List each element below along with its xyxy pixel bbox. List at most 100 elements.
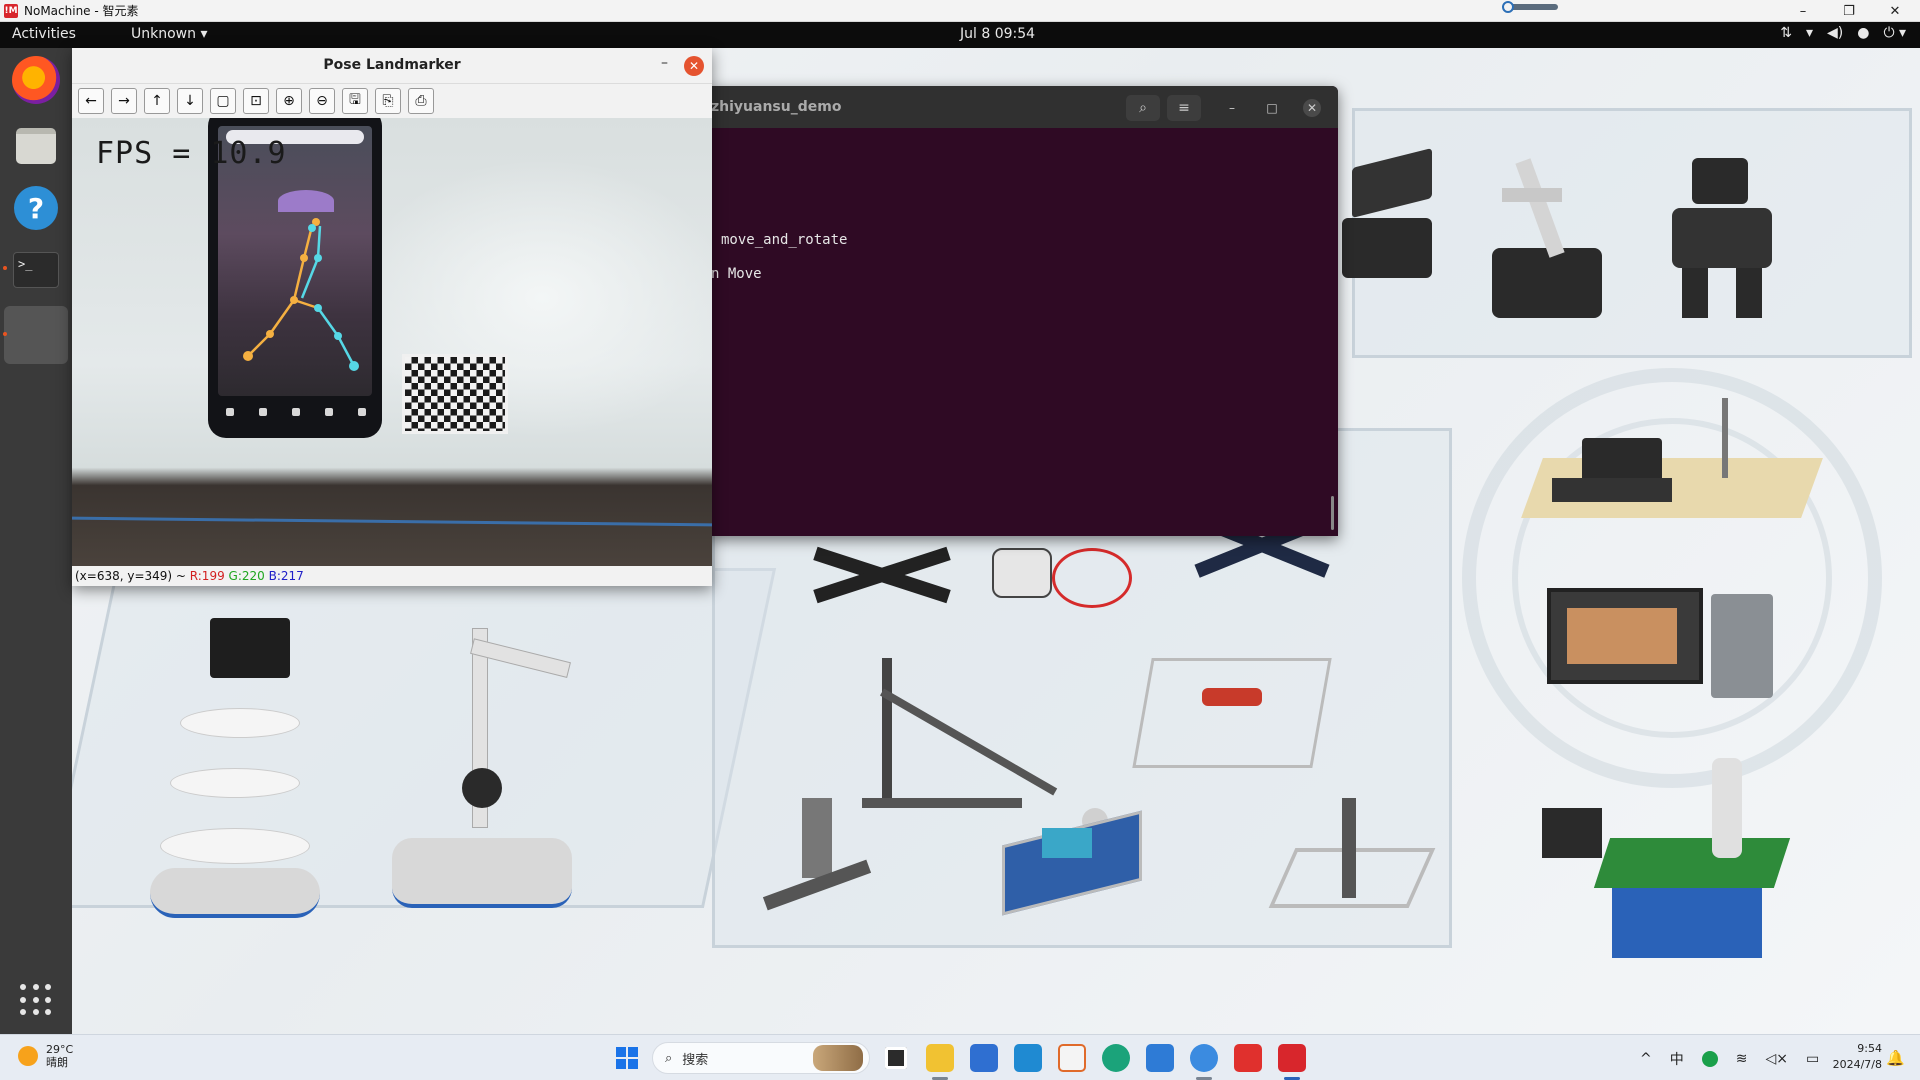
store-icon[interactable] (970, 1044, 998, 1072)
terminal-maximize-button[interactable]: □ (1263, 99, 1281, 117)
nomachine-menu-slider[interactable] (1502, 1, 1558, 13)
terminal-close-button[interactable]: ✕ (1303, 99, 1321, 117)
clock[interactable]: Jul 8 09:54 (960, 26, 1035, 42)
drones-image (812, 512, 1372, 668)
battery-icon[interactable]: ▭ (1806, 1051, 1819, 1067)
menu-button[interactable]: ≡ (1167, 95, 1201, 121)
host-close-button[interactable]: ✕ (1872, 0, 1918, 22)
cnc-frame-image (1268, 788, 1436, 938)
zoom-original-button[interactable]: ⊡ (243, 88, 269, 114)
wifi-tray-icon[interactable]: ≋ (1736, 1051, 1748, 1067)
document-app-icon[interactable] (1058, 1044, 1086, 1072)
skeleton-lines (247, 225, 356, 367)
camera-view[interactable]: FPS = 10.9 (72, 118, 712, 566)
task-view-icon[interactable] (882, 1044, 910, 1072)
active-window-item[interactable] (4, 306, 68, 364)
zoom-fit-button[interactable]: ▢ (210, 88, 236, 114)
show-hidden-icons-button[interactable]: ^ (1640, 1051, 1652, 1067)
skeleton-bone (316, 225, 322, 259)
help-icon[interactable]: ? (10, 182, 62, 234)
skeleton-bone (316, 307, 340, 337)
taskbar-search-box[interactable]: ⌕ 搜索 (652, 1042, 870, 1074)
network-wired-icon[interactable]: ⇅ (1780, 25, 1792, 41)
file-explorer-icon[interactable] (926, 1044, 954, 1072)
pose-status-bar: (x=638, y=349) ~ R:199 G:220 B:217 (72, 566, 712, 586)
controller-board-image (1002, 798, 1152, 918)
zoom-in-button[interactable]: ⊕ (276, 88, 302, 114)
notification-bell-icon[interactable]: 🔔 (1886, 1049, 1905, 1067)
wps-icon[interactable] (1234, 1044, 1262, 1072)
pose-window-header[interactable]: Pose Landmarker – ✕ (72, 48, 712, 84)
slider-knob[interactable] (1502, 1, 1514, 13)
edge-icon[interactable] (1102, 1044, 1130, 1072)
save-image-button[interactable]: 🖫 (342, 88, 368, 114)
ubuntu-top-bar: Activities Unknown ▾ Jul 8 09:54 ⇅ ▾ ◀) … (0, 22, 1920, 48)
joint-point (308, 224, 316, 232)
power-icon[interactable]: ⏻ ▾ (1883, 25, 1906, 41)
service-robot-image (150, 618, 350, 928)
windows-tray: ^ 中 ≋ ◁× ▭ (1640, 1049, 1819, 1069)
help-glyph: ? (14, 186, 58, 230)
pan-down-button[interactable]: ↓ (177, 88, 203, 114)
search-button[interactable]: ⌕ (1126, 95, 1160, 121)
vscode-icon[interactable] (1014, 1044, 1042, 1072)
pose-landmarker-window[interactable]: Pose Landmarker – ✕ ← → ↑ ↓ ▢ ⊡ ⊕ ⊖ 🖫 ⎘ … (72, 48, 712, 586)
pose-close-button[interactable]: ✕ (684, 56, 704, 76)
copy-image-button[interactable]: ⎘ (375, 88, 401, 114)
system-tray[interactable]: ⇅ ▾ ◀) ● ⏻ ▾ (1780, 25, 1906, 41)
gimbal-robot-image (762, 788, 882, 928)
green-desk-station-image (1542, 738, 1812, 978)
volume-muted-icon[interactable]: ◁× (1765, 1051, 1788, 1067)
pan-right-button[interactable]: → (111, 88, 137, 114)
terminal-scrollbar[interactable] (1331, 496, 1334, 530)
host-maximize-button[interactable]: ❐ (1826, 0, 1872, 22)
fps-readout: FPS = 10.9 (96, 136, 287, 171)
taskbar-date: 2024/7/8 (1832, 1058, 1882, 1071)
pose-minimize-button[interactable]: – (661, 55, 668, 71)
joint-point (300, 254, 308, 262)
skeleton-joints (243, 218, 359, 371)
nomachine-taskbar-icon[interactable] (1278, 1044, 1306, 1072)
microphone-icon[interactable]: ● (1857, 25, 1869, 41)
start-button[interactable] (616, 1047, 638, 1069)
pixel-green-value: G:220 (228, 569, 265, 583)
firefox-icon[interactable] (12, 56, 60, 104)
skeleton-bone (336, 335, 356, 367)
terminal-glyph: >_ (13, 252, 59, 288)
host-minimize-button[interactable]: – (1780, 0, 1826, 22)
terminal-icon[interactable]: >_ (10, 244, 62, 296)
pan-up-button[interactable]: ↑ (144, 88, 170, 114)
feishu-icon[interactable] (1190, 1044, 1218, 1072)
weather-text: 29°C 晴朗 (46, 1043, 73, 1069)
activities-button[interactable]: Activities (12, 26, 76, 42)
pose-toolbar: ← → ↑ ↓ ▢ ⊡ ⊕ ⊖ 🖫 ⎘ ⎙ (72, 84, 712, 118)
taskbar-clock[interactable]: 9:54 2024/7/8 (1826, 1041, 1882, 1073)
mobile-manipulator-image (392, 618, 592, 928)
pan-left-button[interactable]: ← (78, 88, 104, 114)
sun-icon (18, 1046, 38, 1066)
zoom-out-button[interactable]: ⊖ (309, 88, 335, 114)
taskbar-time: 9:54 (1857, 1042, 1882, 1055)
terminal-header[interactable]: zhiyuansu_demo ⌕ ≡ – □ ✕ (707, 86, 1338, 128)
terminal-line: n Move (711, 266, 762, 282)
pixel-blue-value: B:217 (268, 569, 304, 583)
robot-arm-image (1462, 138, 1622, 338)
terminal-window[interactable]: zhiyuansu_demo ⌕ ≡ – □ ✕ move_and_rotate… (707, 86, 1338, 536)
show-applications-icon[interactable] (20, 984, 52, 1016)
app-menu-button[interactable]: Unknown ▾ (131, 26, 207, 42)
cursor-coords: (x=638, y=349) ~ (75, 569, 190, 583)
weather-temp: 29°C (46, 1043, 74, 1056)
volume-icon[interactable]: ◀) (1827, 25, 1843, 41)
input-method-indicator[interactable]: 中 (1670, 1049, 1684, 1069)
wallpaper-panel (1352, 108, 1912, 358)
remote-app-icon[interactable] (1146, 1044, 1174, 1072)
weather-widget[interactable]: 29°C 晴朗 (18, 1043, 73, 1069)
files-icon[interactable] (10, 120, 62, 172)
ubuntu-dock: ? >_ (0, 48, 72, 1034)
humanoid-robot-image (1652, 148, 1802, 328)
properties-button[interactable]: ⎙ (408, 88, 434, 114)
green-app-tray-icon[interactable] (1701, 1051, 1718, 1067)
joint-point (314, 304, 322, 312)
wifi-icon[interactable]: ▾ (1806, 25, 1813, 41)
terminal-minimize-button[interactable]: – (1223, 99, 1241, 117)
